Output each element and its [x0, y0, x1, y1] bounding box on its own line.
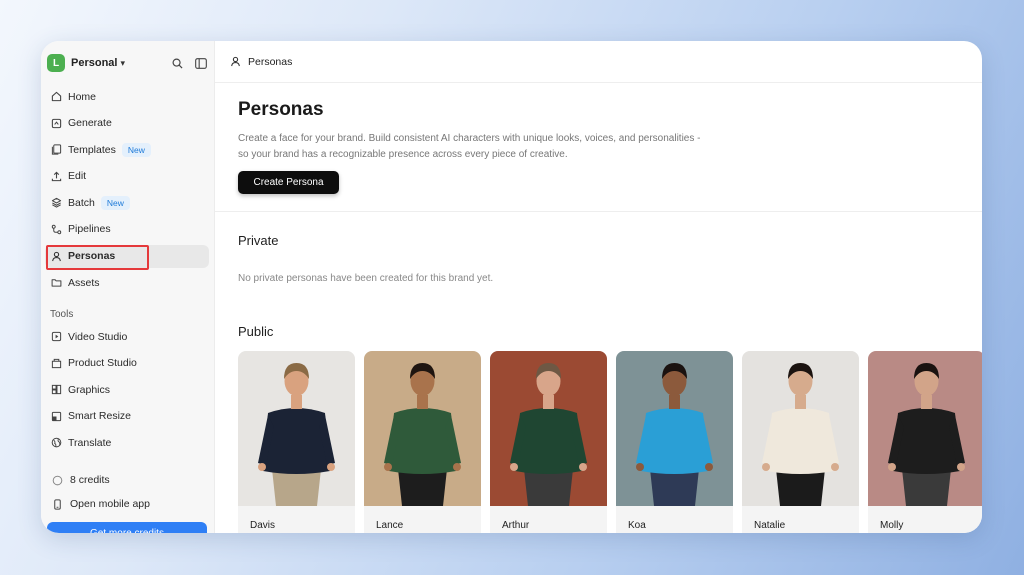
- persona-card[interactable]: Lance: [364, 351, 481, 533]
- credits-icon: [51, 474, 63, 486]
- nav-label: Home: [68, 90, 97, 103]
- breadcrumb: Personas: [215, 41, 982, 83]
- nav-label: Product Studio: [68, 357, 137, 370]
- breadcrumb-current: Personas: [248, 55, 293, 68]
- nav-label: Assets: [68, 276, 100, 289]
- nav-label: Translate: [68, 436, 112, 449]
- graphics-icon: [50, 384, 62, 396]
- new-badge: New: [121, 142, 151, 157]
- get-more-credits-button[interactable]: Get more credits: [47, 522, 207, 533]
- tools-nav: Video Studio Product Studio Graphics Sma…: [45, 325, 209, 458]
- templates-icon: [50, 144, 62, 156]
- persona-grid: Davis Lance Arthur Koa Natalie Molly: [238, 351, 982, 533]
- nav-item-pipelines[interactable]: Pipelines: [45, 218, 209, 241]
- persona-card[interactable]: Arthur: [490, 351, 607, 533]
- new-badge: New: [100, 195, 130, 210]
- search-icon[interactable]: [172, 58, 183, 69]
- nav-label: Graphics: [68, 383, 111, 396]
- private-empty-state: No private personas have been created fo…: [238, 273, 494, 284]
- credits-label: 8 credits: [70, 474, 110, 486]
- workspace-name: Personal: [71, 57, 118, 69]
- app-window: L Personal ▾ Home Generate Templates New…: [41, 41, 982, 533]
- resize-icon: [50, 410, 62, 422]
- persona-card[interactable]: Molly: [868, 351, 982, 533]
- nav-label: Personas: [68, 250, 116, 263]
- workspace-badge: L: [47, 54, 65, 72]
- persona-photo: [868, 351, 982, 506]
- mobile-label: Open mobile app: [70, 498, 150, 510]
- section-divider: [215, 211, 982, 212]
- main-content: Personas Personas Create a face for your…: [215, 41, 982, 533]
- nav-item-edit[interactable]: Edit: [45, 165, 209, 188]
- create-persona-button[interactable]: Create Persona: [238, 171, 339, 194]
- persona-name: Lance: [376, 520, 404, 531]
- public-heading: Public: [238, 324, 274, 339]
- persona-card[interactable]: Davis: [238, 351, 355, 533]
- generate-icon: [50, 117, 62, 129]
- persona-name: Arthur: [502, 520, 530, 531]
- globe-icon: [50, 437, 62, 449]
- person-icon: [230, 56, 242, 68]
- persona-name: Natalie: [754, 520, 786, 531]
- main-nav: Home Generate Templates New Edit Batch N…: [45, 85, 209, 298]
- product-icon: [50, 357, 62, 369]
- nav-item-smart-resize[interactable]: Smart Resize: [45, 405, 209, 428]
- nav-item-generate[interactable]: Generate: [45, 112, 209, 135]
- nav-label: Video Studio: [68, 330, 128, 343]
- nav-label: Pipelines: [68, 223, 111, 236]
- page-description: Create a face for your brand. Build cons…: [238, 133, 701, 160]
- credits-indicator[interactable]: 8 credits: [51, 474, 110, 486]
- persona-card[interactable]: Natalie: [742, 351, 859, 533]
- nav-label: Smart Resize: [68, 410, 132, 423]
- nav-item-graphics[interactable]: Graphics: [45, 378, 209, 401]
- nav-item-translate[interactable]: Translate: [45, 431, 209, 454]
- video-icon: [50, 331, 62, 343]
- home-icon: [50, 91, 62, 103]
- persona-photo: [364, 351, 481, 506]
- nav-label: Templates: [68, 143, 116, 156]
- nav-item-product-studio[interactable]: Product Studio: [45, 352, 209, 375]
- sidebar-toggle-icon[interactable]: [195, 57, 207, 69]
- sidebar: L Personal ▾ Home Generate Templates New…: [41, 41, 215, 533]
- open-mobile-app-link[interactable]: Open mobile app: [51, 498, 150, 510]
- nav-item-video-studio[interactable]: Video Studio: [45, 325, 209, 348]
- persona-photo: [490, 351, 607, 506]
- private-heading: Private: [238, 233, 279, 248]
- edit-icon: [50, 170, 62, 182]
- batch-icon: [50, 197, 62, 209]
- nav-label: Batch: [68, 196, 95, 209]
- nav-item-personas[interactable]: Personas: [45, 244, 209, 270]
- tools-section-label: Tools: [50, 309, 74, 320]
- persona-name: Molly: [880, 520, 904, 531]
- nav-item-batch[interactable]: Batch New: [45, 191, 209, 214]
- page-title: Personas: [238, 99, 324, 120]
- persona-photo: [616, 351, 733, 506]
- person-icon: [50, 250, 62, 262]
- persona-name: Davis: [250, 520, 276, 531]
- persona-photo: [742, 351, 859, 506]
- nav-item-templates[interactable]: Templates New: [45, 138, 209, 161]
- nav-label: Edit: [68, 170, 87, 183]
- page-header: Personas Create a face for your brand. B…: [238, 99, 708, 162]
- chevron-down-icon: ▾: [120, 57, 125, 68]
- nav-item-assets[interactable]: Assets: [45, 271, 209, 294]
- persona-photo: [238, 351, 355, 506]
- workspace-switcher[interactable]: L Personal ▾: [47, 53, 207, 73]
- phone-icon: [51, 498, 63, 510]
- pipelines-icon: [50, 223, 62, 235]
- persona-card[interactable]: Koa: [616, 351, 733, 533]
- folder-icon: [50, 277, 62, 289]
- persona-name: Koa: [628, 520, 646, 531]
- nav-item-home[interactable]: Home: [45, 85, 209, 108]
- nav-label: Generate: [68, 117, 112, 130]
